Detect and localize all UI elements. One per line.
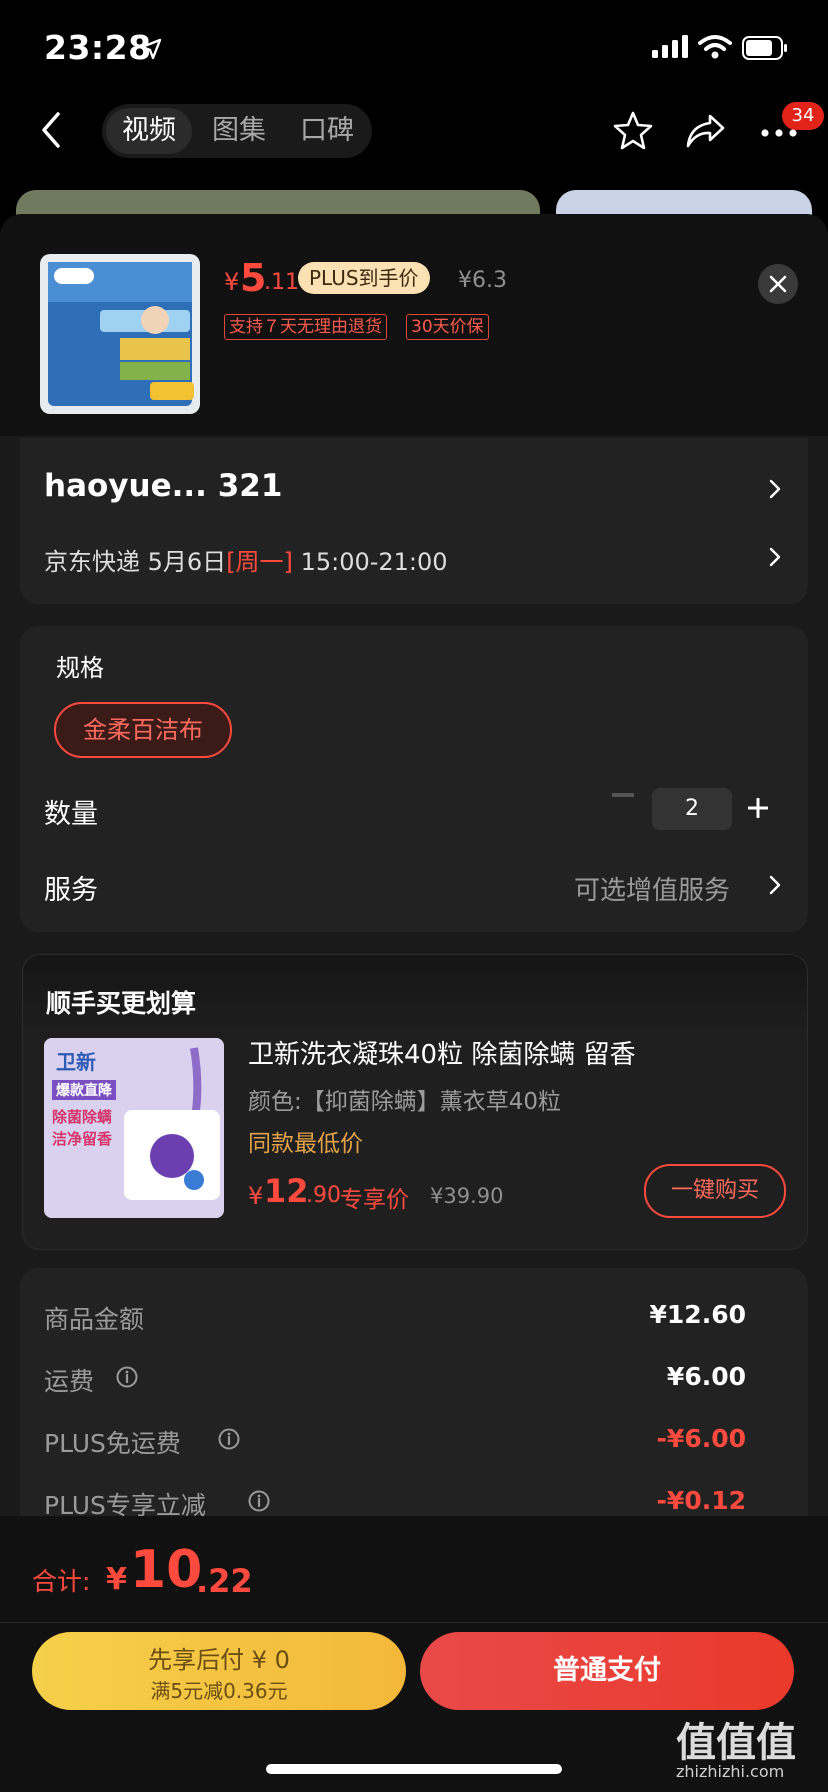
quantity-input[interactable]: 2 [652, 788, 732, 830]
close-icon [769, 275, 787, 293]
delivery-info[interactable]: 京东快递 5月6日[周一] 15:00-21:00 [44, 542, 448, 577]
close-button[interactable] [758, 264, 798, 304]
cellular-signal-icon [652, 35, 688, 58]
pay-later-promo: 满5元减0.36元 [150, 1679, 288, 1703]
tab-gallery[interactable]: 图集 [196, 108, 282, 154]
upsell-title: 顺手买更划算 [46, 989, 197, 1018]
info-icon[interactable] [116, 1366, 138, 1388]
site-watermark: 值值值 [676, 1720, 796, 1766]
return-policy-tag: 支持７天无理由退货 [224, 314, 387, 340]
price-integer: 5 [240, 256, 267, 300]
status-time: 23:28 [44, 28, 152, 67]
pay-later-button[interactable]: 先享后付 ¥ 0 满5元减0.36元 [32, 1632, 406, 1710]
share-arrow-icon[interactable] [684, 112, 726, 150]
quantity-increase-button[interactable] [748, 798, 768, 818]
upsell-image-line1: 除菌除螨 [52, 1108, 113, 1126]
summary-plus-discount-value: -¥0.12 [656, 1486, 746, 1515]
summary-shipping-value: ¥6.00 [666, 1362, 746, 1391]
upsell-image-promo: 爆款直降 [52, 1080, 116, 1100]
home-indicator[interactable] [266, 1764, 562, 1774]
back-chevron-icon[interactable] [36, 108, 66, 152]
upsell-price-integer: 12 [264, 1172, 309, 1210]
delivery-date: 5月6日 [147, 548, 227, 576]
delivery-carrier: 京东快递 [44, 548, 140, 576]
upsell-product-attr: 颜色:【抑菌除螨】薰衣草40粒 [248, 1089, 562, 1115]
product-thumbnail [40, 254, 200, 414]
summary-plus-freeship-value: -¥6.00 [656, 1424, 746, 1453]
recipient-name: haoyue... 321 [44, 468, 283, 504]
upsell-product-name[interactable]: 卫新洗衣凝珠40粒 除菌除螨 留香 [248, 1034, 636, 1071]
value-added-service-link[interactable]: 可选增值服务 [574, 870, 730, 907]
wifi-icon [698, 35, 732, 59]
total-currency: ¥ [106, 1562, 127, 1597]
price-protect-tag: 30天价保 [406, 314, 489, 340]
chevron-right-icon [769, 875, 781, 895]
pay-later-title: 先享后付 ¥ 0 [148, 1646, 290, 1674]
price-currency: ¥ [224, 268, 240, 296]
spec-label: 规格 [56, 654, 104, 682]
one-click-buy-button[interactable]: 一键购买 [644, 1164, 786, 1218]
chevron-right-icon [769, 547, 781, 567]
delivery-slot: 15:00-21:00 [300, 548, 448, 576]
total-label: 合计: [32, 1567, 91, 1596]
price-decimal: .11 [264, 270, 299, 295]
upsell-image-brand: 卫新 [56, 1050, 96, 1074]
summary-plus-freeship-label: PLUS免运费 [44, 1429, 181, 1458]
chevron-right-icon [769, 479, 781, 499]
site-watermark-url: zhizhizhi.com [676, 1762, 785, 1781]
location-arrow-icon [140, 38, 162, 60]
original-price: ¥6.3 [458, 268, 507, 293]
normal-pay-button[interactable]: 普通支付 [420, 1632, 794, 1710]
upsell-lowest-price-note: 同款最低价 [248, 1131, 363, 1157]
total-integer: 10 [130, 1540, 203, 1600]
summary-goods-label: 商品金额 [44, 1305, 145, 1334]
battery-icon [742, 36, 787, 60]
message-count-badge: 34 [782, 102, 824, 130]
delivery-weekday: [周一] [226, 548, 293, 576]
spec-option-selected[interactable]: 金柔百洁布 [54, 702, 232, 758]
service-label: 服务 [44, 875, 98, 906]
total-decimal: .22 [196, 1562, 253, 1600]
upsell-price-decimal: .90 [306, 1183, 341, 1208]
upsell-image-line2: 洁净留香 [52, 1130, 113, 1148]
info-icon[interactable] [218, 1428, 240, 1450]
summary-goods-value: ¥12.60 [649, 1300, 746, 1329]
tab-video[interactable]: 视频 [106, 108, 192, 154]
quantity-decrease-button[interactable] [612, 793, 634, 797]
favorite-star-icon[interactable] [612, 110, 654, 152]
quantity-label: 数量 [44, 799, 98, 830]
info-icon[interactable] [248, 1490, 270, 1512]
upsell-original-price: ¥39.90 [430, 1184, 504, 1208]
summary-shipping-label: 运费 [44, 1367, 95, 1396]
divider [0, 1622, 828, 1623]
address-card[interactable] [20, 438, 808, 604]
upsell-price-currency: ¥ [248, 1182, 264, 1210]
plus-price-tag: PLUS到手价 [298, 262, 430, 294]
upsell-exclusive-label: 专享价 [340, 1187, 409, 1213]
tab-reviews[interactable]: 口碑 [284, 108, 370, 154]
